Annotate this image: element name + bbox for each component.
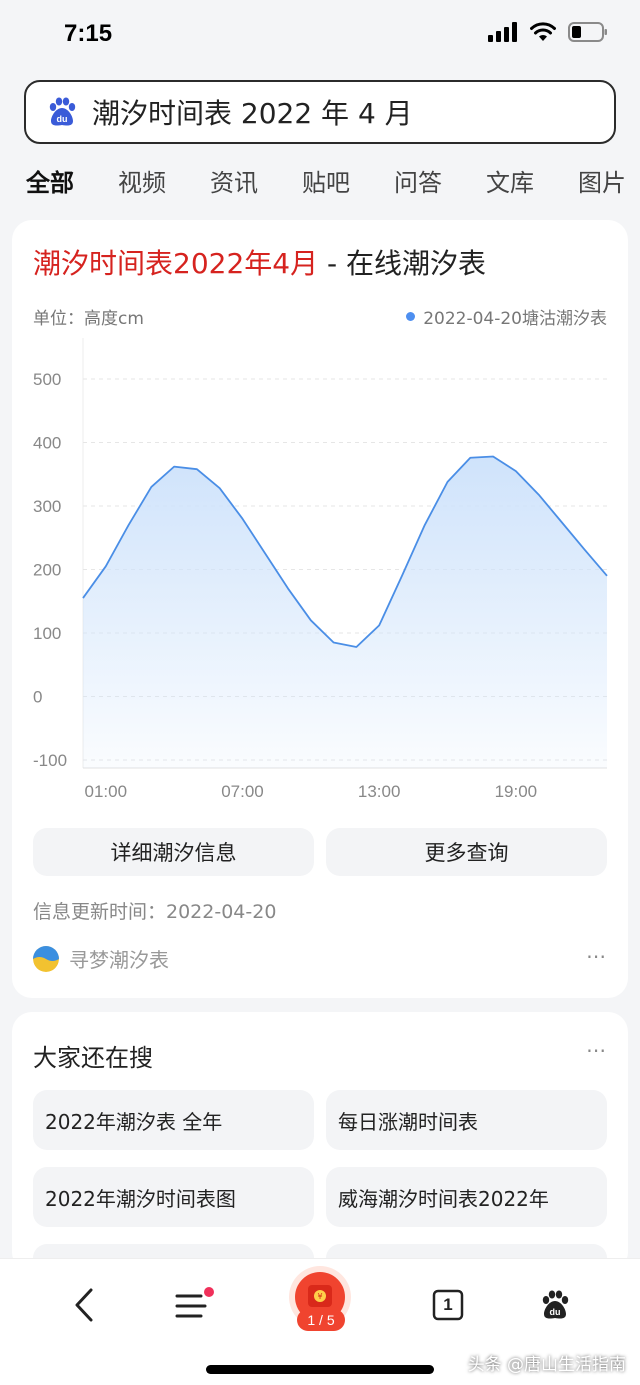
baidu-paw-icon: du [542,1290,569,1319]
back-icon [75,1288,93,1322]
related-item[interactable]: 每日涨潮时间表 [326,1090,607,1150]
source-name: 寻梦潮汐表 [69,948,169,972]
y-tick-label: 200 [33,561,61,580]
update-time: 信息更新时间：2022-04-20 [33,901,277,923]
status-bar: 7:15 [0,0,640,70]
y-tick-label: -100 [33,751,67,770]
tab-qa[interactable]: 问答 [394,163,442,198]
x-tick-label: 07:00 [221,782,264,801]
related-item[interactable]: 2022年潮汐表 全年 [33,1090,314,1150]
related-item[interactable]: 2022年潮汐时间表图 [33,1167,314,1227]
tide-area [83,456,607,768]
more-query-button[interactable]: 更多查询 [326,828,607,876]
home-indicator[interactable] [206,1365,434,1374]
menu-button[interactable] [162,1275,222,1335]
source-link[interactable]: 寻梦潮汐表 [33,944,169,973]
battery-icon [568,22,607,42]
back-button[interactable] [54,1275,114,1335]
tab-all[interactable]: 全部 [26,163,74,198]
page-indicator: 1 / 5 [297,1309,345,1331]
tab-video[interactable]: 视频 [118,163,166,198]
x-tick-label: 01:00 [85,782,128,801]
svg-text:du: du [57,114,68,124]
tab-wenku[interactable]: 文库 [486,163,534,198]
svg-text:¥: ¥ [317,1292,322,1301]
y-tick-label: 300 [33,497,61,516]
search-input[interactable]: du 潮汐时间表 2022 年 4 月 [24,80,616,144]
tide-chart: 500 400 300 200 100 0 -100 01:00 07:00 13:00 19:00 [33,338,608,801]
watermark: 头条 @唐山生活指南 [467,1355,626,1375]
tabs-button[interactable]: 1 [418,1275,478,1335]
related-title: 大家还在搜 [33,1044,153,1072]
detail-tide-button[interactable]: 详细潮汐信息 [33,828,314,876]
x-tick-label: 13:00 [358,782,401,801]
related-searches-card: 大家还在搜 ⋯ 2022年潮汐表 全年 每日涨潮时间表 2022年潮汐时间表图 … [12,1012,628,1272]
tide-result-card: 潮汐时间表2022年4月 - 在线潮汐表 单位：高度cm 2022-04-20塘… [12,220,628,998]
signal-icon [488,22,517,42]
baidu-home-button[interactable]: du [525,1275,585,1335]
svg-text:du: du [550,1307,561,1317]
x-tick-label: 19:00 [495,782,538,801]
y-tick-label: 100 [33,624,61,643]
baidu-logo-icon: du [49,97,76,126]
related-more-icon[interactable]: ⋯ [586,1038,607,1062]
y-tick-label: 400 [33,434,61,453]
status-icons [488,22,608,42]
category-tabs: 全部 视频 资讯 贴吧 问答 文库 图片 [0,150,640,210]
wifi-icon [530,22,556,41]
y-tick-label: 500 [33,370,61,389]
related-item[interactable]: 威海潮汐时间表2022年 [326,1167,607,1227]
tab-tieba[interactable]: 贴吧 [302,163,350,198]
tab-news[interactable]: 资讯 [210,163,258,198]
notification-dot [204,1287,214,1297]
more-options-icon[interactable]: ⋯ [586,944,607,968]
tab-images[interactable]: 图片 [578,163,626,198]
search-query: 潮汐时间表 2022 年 4 月 [92,97,413,130]
source-logo-icon [33,945,59,972]
tab-count: 1 [443,1295,453,1314]
y-tick-label: 0 [33,688,42,707]
status-time: 7:15 [64,20,113,47]
